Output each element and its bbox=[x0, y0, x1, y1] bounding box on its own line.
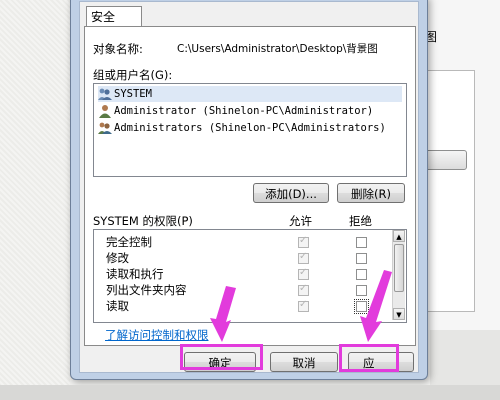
annotation-arrows bbox=[210, 270, 392, 342]
arrow-ok-icon bbox=[210, 286, 236, 342]
taskbar-strip bbox=[0, 385, 500, 400]
arrow-apply-icon bbox=[360, 270, 392, 342]
